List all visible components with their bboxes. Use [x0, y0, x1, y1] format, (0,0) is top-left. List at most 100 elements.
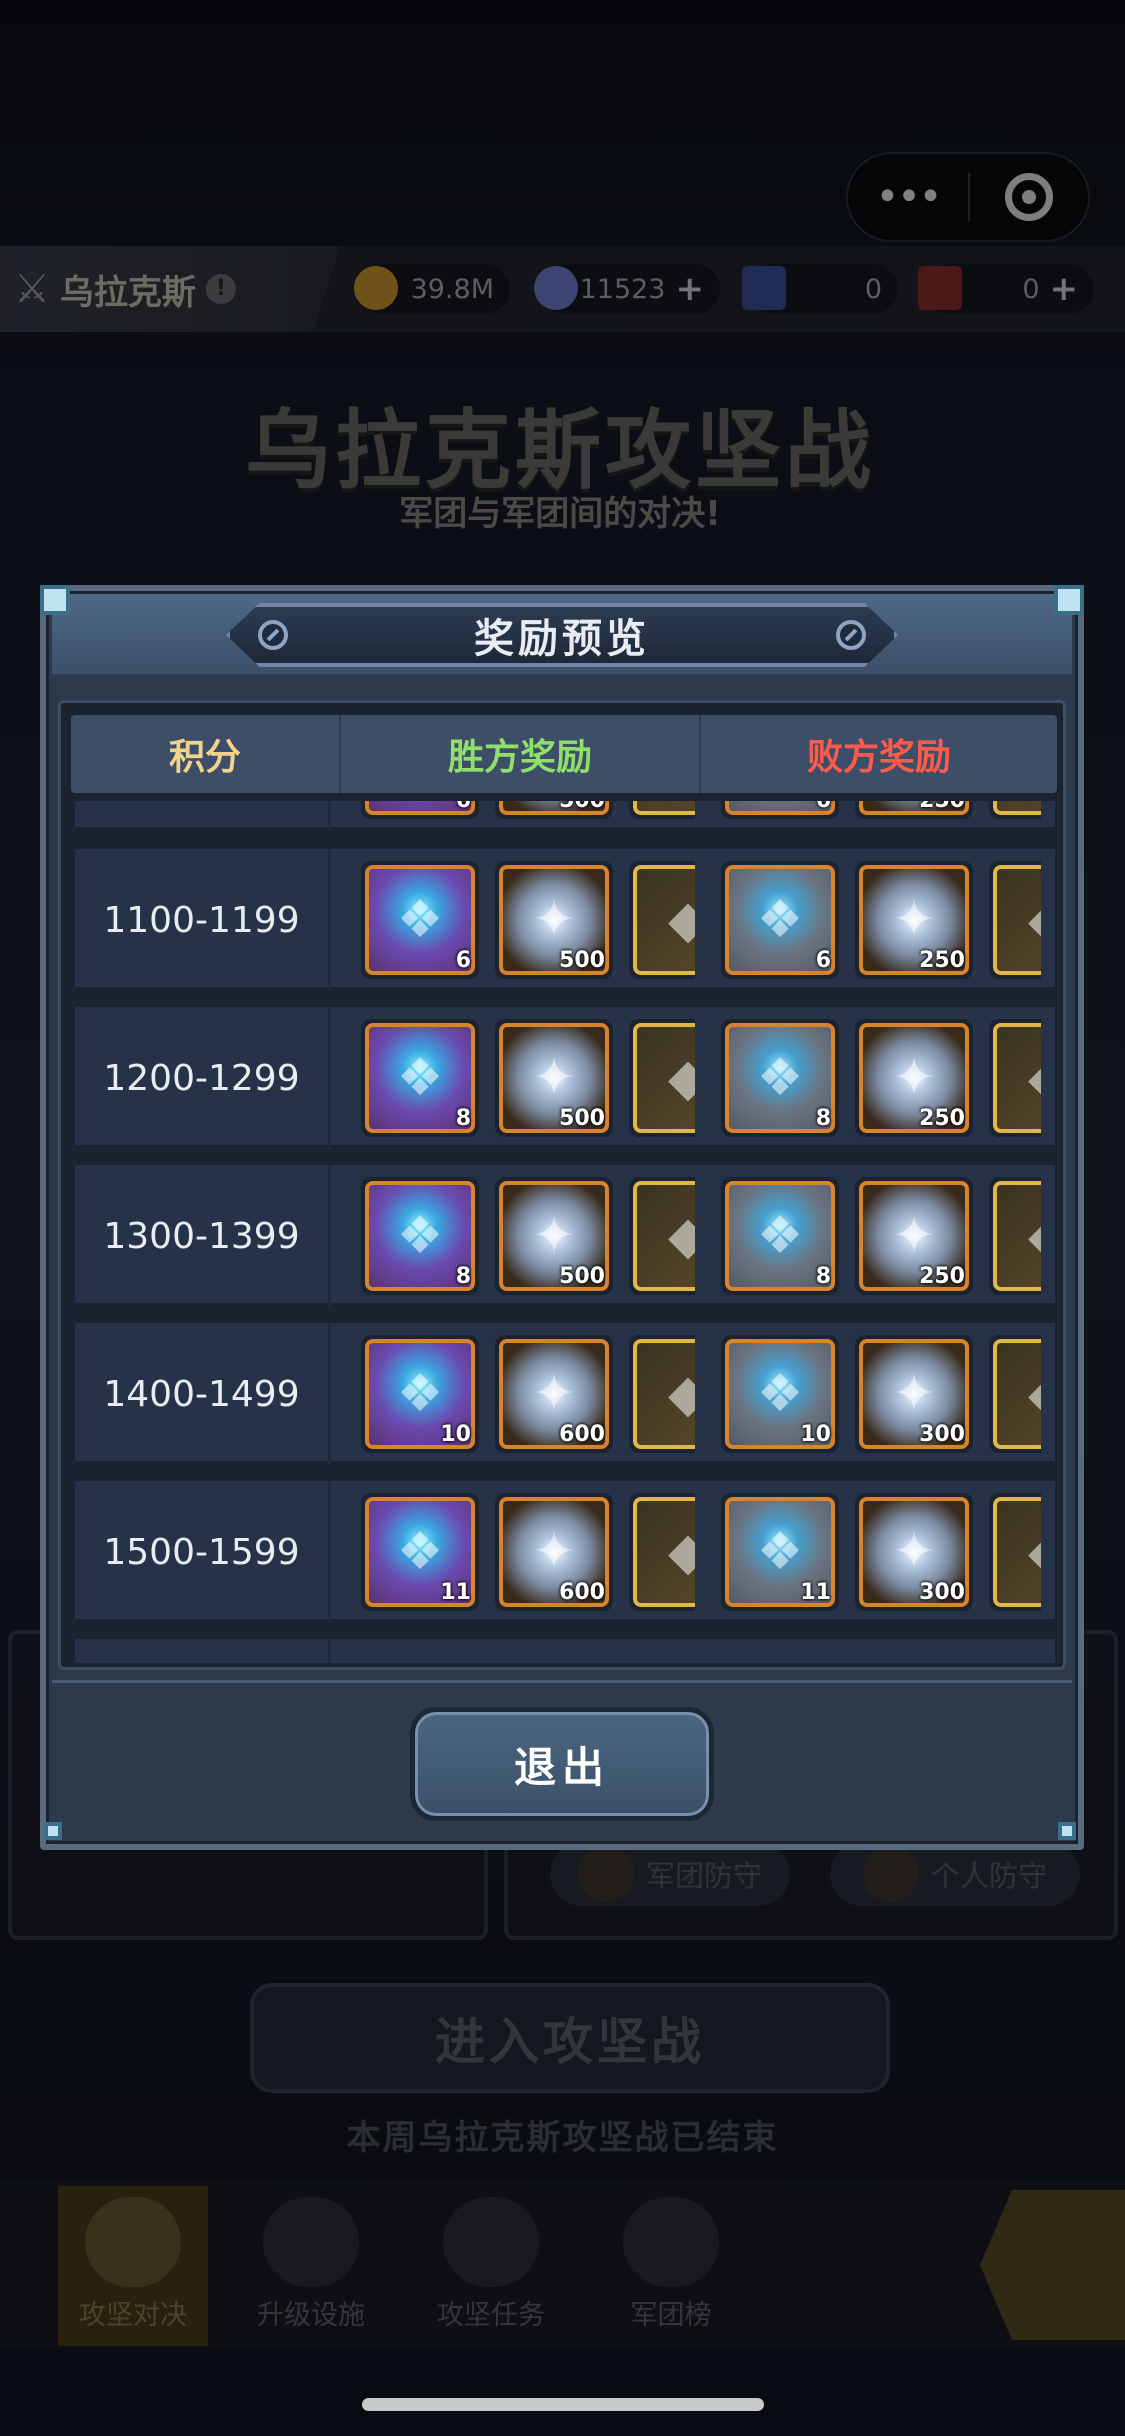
reward-item[interactable]: ❖ 8 — [721, 1177, 839, 1295]
winner-reward-list: ❖6✦500◆ — [361, 849, 695, 991]
reward-count: 600 — [559, 1580, 605, 1605]
loser-reward-list: ❖10✦300◆ — [721, 1323, 1041, 1465]
crystal-icon: ◆ — [633, 1339, 695, 1449]
corner-ornament — [40, 585, 70, 615]
reward-item[interactable]: ❖6 — [361, 801, 479, 819]
reward-count: 500 — [559, 1264, 605, 1289]
exit-button[interactable]: 退出 — [410, 1707, 714, 1821]
reward-count: 6 — [456, 801, 471, 813]
crystal-icon: ◆ — [993, 865, 1041, 975]
reward-item[interactable]: ◆ — [989, 801, 1041, 819]
winner-reward-list — [361, 1639, 695, 1663]
winner-reward-list: ❖6 ✦500 ◆ — [361, 801, 695, 831]
reward-item[interactable]: ❖6 — [361, 861, 479, 979]
reward-count: 6 — [455, 948, 471, 973]
table-row: 1400-1499❖10✦600◆❖10✦300◆ — [75, 1323, 1055, 1465]
reward-item[interactable]: ◆ — [629, 1493, 695, 1611]
reward-glyph: ◆ — [637, 1185, 695, 1287]
reward-item[interactable]: ✦ 600 — [495, 1493, 613, 1611]
reward-item[interactable]: ❖ 10 — [361, 1335, 479, 1453]
reward-table-body[interactable]: ❖6✦500◆❖6✦250◆1100-1199❖6✦500◆❖6✦250◆120… — [75, 801, 1055, 1663]
game-screen: ••• ⚔ 乌拉克斯 ! 39.8M 11523 + 0 0 + 乌拉克斯攻坚战… — [0, 0, 1125, 2436]
reward-count: 250 — [919, 948, 965, 973]
reward-item[interactable]: ✦250 — [855, 861, 973, 979]
reward-table-header: 积分 胜方奖励 败方奖励 — [71, 715, 1057, 793]
reward-glyph: ◆ — [637, 801, 695, 811]
reward-count: 10 — [440, 1422, 471, 1447]
reward-count: 250 — [919, 801, 965, 813]
reward-count: 11 — [800, 1580, 831, 1605]
reward-item[interactable]: ❖ 8 — [361, 1019, 479, 1137]
reward-count: 6 — [815, 948, 831, 973]
reward-glyph: ◆ — [997, 869, 1041, 971]
reward-count: 600 — [559, 1422, 605, 1447]
home-indicator[interactable] — [362, 2398, 764, 2411]
score-range: 1200-1299 — [75, 1007, 331, 1149]
header-score: 积分 — [71, 715, 341, 793]
reward-count: 11 — [440, 1580, 471, 1605]
winner-reward-list: ❖8✦500◆ — [361, 1007, 695, 1149]
bolt-icon — [836, 620, 866, 650]
reward-item[interactable]: ✦ 600 — [495, 1335, 613, 1453]
reward-item[interactable]: ❖6 — [721, 861, 839, 979]
reward-item[interactable]: ✦ 300 — [855, 1493, 973, 1611]
reward-table[interactable]: 积分 胜方奖励 败方奖励 ❖6✦500◆❖6✦250◆1100-1199❖6✦5… — [58, 700, 1066, 1670]
reward-glyph: ◆ — [637, 869, 695, 971]
reward-item[interactable]: ◆ — [629, 1335, 695, 1453]
loser-reward-list: ❖6 ✦250 ◆ — [721, 801, 1041, 831]
reward-item[interactable]: ◆ — [989, 1335, 1041, 1453]
score-range: 1300-1399 — [75, 1165, 331, 1307]
reward-glyph: ◆ — [997, 801, 1041, 811]
reward-item[interactable]: ✦500 — [495, 1177, 613, 1295]
dialog-title: 奖励预览 — [474, 616, 650, 662]
reward-item[interactable]: ✦250 — [855, 801, 973, 819]
reward-item[interactable]: ◆ — [629, 1019, 695, 1137]
reward-item[interactable]: ◆ — [629, 1177, 695, 1295]
reward-item[interactable]: ❖6 — [721, 801, 839, 819]
bolt-icon — [258, 620, 288, 650]
reward-item[interactable]: ✦ 300 — [855, 1335, 973, 1453]
reward-item[interactable]: ✦500 — [495, 861, 613, 979]
crystal-icon: ◆ — [993, 1023, 1041, 1133]
reward-item[interactable]: ◆ — [629, 801, 695, 819]
loser-reward-list: ❖6✦250◆ — [721, 849, 1041, 991]
reward-glyph: ◆ — [997, 1343, 1041, 1445]
score-range: 1400-1499 — [75, 1323, 331, 1465]
reward-item[interactable]: ❖ 11 — [721, 1493, 839, 1611]
loser-reward-list: ❖8✦250◆ — [721, 1007, 1041, 1149]
reward-count: 8 — [815, 1106, 831, 1131]
reward-count: 300 — [919, 1580, 965, 1605]
table-row: 1100-1199❖6✦500◆❖6✦250◆ — [75, 849, 1055, 991]
reward-item[interactable]: ✦500 — [495, 1019, 613, 1137]
reward-item[interactable]: ◆ — [989, 861, 1041, 979]
reward-glyph: ◆ — [637, 1027, 695, 1129]
reward-glyph: ◆ — [637, 1501, 695, 1603]
reward-item[interactable]: ❖ 11 — [361, 1493, 479, 1611]
reward-glyph: ◆ — [997, 1027, 1041, 1129]
crystal-icon: ◆ — [993, 801, 1041, 815]
reward-count: 500 — [559, 801, 605, 813]
crystal-icon: ◆ — [633, 1023, 695, 1133]
winner-reward-list: ❖10✦600◆ — [361, 1323, 695, 1465]
reward-item[interactable]: ❖ 10 — [721, 1335, 839, 1453]
reward-item[interactable]: ◆ — [629, 861, 695, 979]
winner-reward-list: ❖8✦500◆ — [361, 1165, 695, 1307]
winner-reward-list: ❖11✦600◆ — [361, 1481, 695, 1623]
crystal-icon: ◆ — [633, 865, 695, 975]
header-winner-reward: 胜方奖励 — [341, 715, 701, 793]
reward-count: 500 — [559, 948, 605, 973]
reward-item[interactable]: ❖ 8 — [361, 1177, 479, 1295]
reward-item[interactable]: ✦250 — [855, 1019, 973, 1137]
reward-item[interactable]: ◆ — [989, 1177, 1041, 1295]
crystal-icon: ◆ — [993, 1339, 1041, 1449]
reward-count: 6 — [816, 801, 831, 813]
loser-reward-list: ❖8✦250◆ — [721, 1165, 1041, 1307]
reward-count: 300 — [919, 1422, 965, 1447]
reward-item[interactable]: ◆ — [989, 1493, 1041, 1611]
reward-item[interactable]: ❖ 8 — [721, 1019, 839, 1137]
crystal-icon: ◆ — [993, 1497, 1041, 1607]
reward-item[interactable]: ✦250 — [855, 1177, 973, 1295]
reward-item[interactable]: ✦500 — [495, 801, 613, 819]
dialog-title-plate: 奖励预览 — [226, 603, 898, 667]
reward-item[interactable]: ◆ — [989, 1019, 1041, 1137]
